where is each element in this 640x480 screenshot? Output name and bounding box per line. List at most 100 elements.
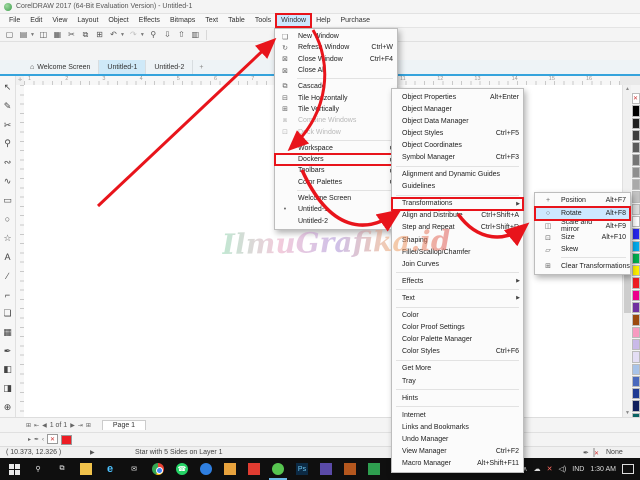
color-swatch[interactable] [631, 400, 640, 412]
color-swatch[interactable] [631, 363, 640, 375]
import-icon[interactable]: ⇩ [162, 29, 173, 40]
coreldraw-app-icon[interactable] [266, 458, 290, 480]
color-swatch[interactable] [631, 179, 640, 191]
menu-item-help[interactable]: Help [311, 14, 335, 27]
menu-item-color[interactable]: Color [392, 310, 523, 322]
color-swatch[interactable] [631, 203, 640, 215]
add-page-after-icon[interactable]: ⊞ [86, 422, 91, 429]
smart-fill-tool[interactable]: ◨ [1, 379, 15, 398]
docpal-eyedropper-icon[interactable]: ✒ [34, 436, 39, 443]
menu-item-effects[interactable]: Effects [134, 14, 165, 27]
dimension-tool[interactable]: ∕ [1, 266, 15, 285]
menu-item-view-manager[interactable]: View Manager Ctrl+F2 [392, 445, 523, 457]
menu-item-transformations[interactable]: Transformations ▶ [391, 196, 524, 211]
undo-icon[interactable]: ↶ [108, 29, 119, 40]
menu-item-new-window[interactable]: ❏ New Window [275, 31, 397, 42]
menu-item-position[interactable]: + Position Alt+F7 [535, 195, 630, 207]
menu-item-view[interactable]: View [47, 14, 72, 27]
color-swatch[interactable] [631, 388, 640, 400]
color-swatch[interactable] [631, 302, 640, 314]
menu-item-links-and-bookmarks[interactable]: Links and Bookmarks [392, 421, 523, 433]
cut-icon[interactable]: ✂ [66, 29, 77, 40]
app-yellow-icon[interactable] [218, 458, 242, 480]
menu-item-macro-manager[interactable]: Macro Manager Alt+Shift+F11 [392, 458, 523, 470]
color-swatch[interactable] [631, 375, 640, 388]
zoom-tool[interactable]: ⚲ [1, 134, 15, 153]
color-swatch[interactable] [631, 277, 640, 289]
menu-item-color-proof-settings[interactable]: Color Proof Settings [392, 322, 523, 334]
transparency-tool[interactable]: ▦ [1, 323, 15, 342]
menu-item-internet[interactable]: Internet [392, 409, 523, 421]
docpal-scroll-left-icon[interactable]: ‹ [42, 437, 44, 443]
color-eyedropper-tool[interactable]: ✒ [1, 342, 15, 361]
color-swatch[interactable] [631, 105, 640, 117]
open-icon[interactable]: ▤ [18, 29, 29, 40]
menu-item-close-window[interactable]: ⊠ Close Window Ctrl+F4 [275, 54, 397, 65]
export-icon[interactable]: ⇧ [176, 29, 187, 40]
color-swatch[interactable] [631, 240, 640, 252]
color-swatch[interactable] [631, 142, 640, 154]
photoshop-icon[interactable]: Ps [290, 458, 314, 480]
menu-item-skew[interactable]: ▱ Skew [535, 244, 630, 256]
polygon-tool[interactable]: ☆ [1, 229, 15, 248]
shape-tool[interactable]: ✎ [1, 97, 15, 116]
menu-item-layout[interactable]: Layout [72, 14, 103, 27]
file-explorer-icon[interactable] [74, 458, 98, 480]
app-red-icon[interactable] [242, 458, 266, 480]
menu-item-close-all[interactable]: ⊠ Close All [275, 65, 397, 76]
menu-item-dockers[interactable]: Dockers▶ [274, 152, 398, 167]
menu-item-untitled-2[interactable]: Untitled-2 [275, 215, 397, 226]
menu-item-alignment-and-dynamic-guides[interactable]: Alignment and Dynamic Guides [392, 169, 523, 181]
menu-item-cascade[interactable]: ⧉ Cascade [275, 81, 397, 92]
color-swatch[interactable] [631, 166, 640, 179]
freehand-tool[interactable]: ∾ [1, 153, 15, 172]
last-page-icon[interactable]: ⇥ [78, 422, 83, 429]
drop-shadow-tool[interactable]: ❏ [1, 304, 15, 323]
interactive-fill-tool[interactable]: ◧ [1, 360, 15, 379]
color-swatch[interactable] [631, 326, 640, 338]
color-swatch[interactable] [631, 351, 640, 363]
edge-icon[interactable]: e [98, 458, 122, 480]
menu-item-window[interactable]: Window [275, 13, 313, 28]
document-palette-swatch[interactable] [61, 434, 73, 445]
color-swatch[interactable] [631, 314, 640, 326]
onedrive-icon[interactable]: ☁ [534, 465, 541, 473]
menu-item-align-and-distribute[interactable]: Align and Distribute Ctrl+Shift+A [392, 210, 523, 222]
menu-item-color-palette-manager[interactable]: Color Palette Manager [392, 334, 523, 346]
color-swatch[interactable] [631, 289, 640, 302]
menu-item-object-properties[interactable]: Object Properties Alt+Enter [392, 91, 523, 103]
more-tools-button[interactable]: ⊕ [1, 398, 15, 417]
status-expand-icon[interactable]: ▶ [90, 449, 95, 456]
menu-item-scale-and-mirror[interactable]: ◫ Scale and mirror Alt+F9 [535, 219, 630, 233]
menu-item-tile-vertically[interactable]: ⊞ Tile Vertically [275, 104, 397, 115]
menu-item-clear-transformations[interactable]: ⊞ Clear Transformations [535, 260, 630, 272]
menu-item-guidelines[interactable]: Guidelines [392, 181, 523, 193]
menu-item-object-coordinates[interactable]: Object Coordinates [392, 139, 523, 151]
redo-icon[interactable]: ↷ [128, 29, 139, 40]
artistic-media-tool[interactable]: ∿ [1, 172, 15, 191]
menu-item-symbol-manager[interactable]: Symbol Manager Ctrl+F3 [392, 151, 523, 163]
menu-item-edit[interactable]: Edit [25, 14, 47, 27]
menu-item-size[interactable]: ⊡ Size Alt+F10 [535, 232, 630, 244]
menu-item-get-more[interactable]: Get More [392, 363, 523, 375]
menu-item-step-and-repeat[interactable]: Step and Repeat Ctrl+Shift+D [392, 222, 523, 234]
menu-item-rotate[interactable]: ○ Rotate Alt+F8 [534, 205, 631, 222]
menu-item-text[interactable]: Text ▶ [392, 292, 523, 304]
first-page-icon[interactable]: ⇤ [34, 422, 39, 429]
menu-item-color-palettes[interactable]: Color Palettes▶ [275, 177, 397, 188]
document-tab-welcome-screen[interactable]: ⌂ Welcome Screen [22, 60, 100, 74]
chrome-icon[interactable] [146, 458, 170, 480]
pick-tool[interactable]: ↖ [1, 78, 15, 97]
menu-item-hints[interactable]: Hints [392, 392, 523, 404]
menu-item-refresh-window[interactable]: ↻ Refresh Window Ctrl+W [275, 42, 397, 53]
copy-icon[interactable]: ⧉ [80, 29, 91, 40]
color-swatch[interactable] [631, 215, 640, 228]
add-page-before-icon[interactable]: ⊞ [26, 422, 31, 429]
print-icon[interactable]: ▦ [52, 29, 63, 40]
start-button[interactable] [2, 458, 26, 480]
menu-item-workspace[interactable]: Workspace▶ [275, 143, 397, 154]
menu-item-effects[interactable]: Effects ▶ [392, 275, 523, 287]
search-content-icon[interactable]: ⚲ [148, 29, 159, 40]
menu-item-table[interactable]: Table [223, 14, 250, 27]
menu-item-file[interactable]: File [4, 14, 25, 27]
